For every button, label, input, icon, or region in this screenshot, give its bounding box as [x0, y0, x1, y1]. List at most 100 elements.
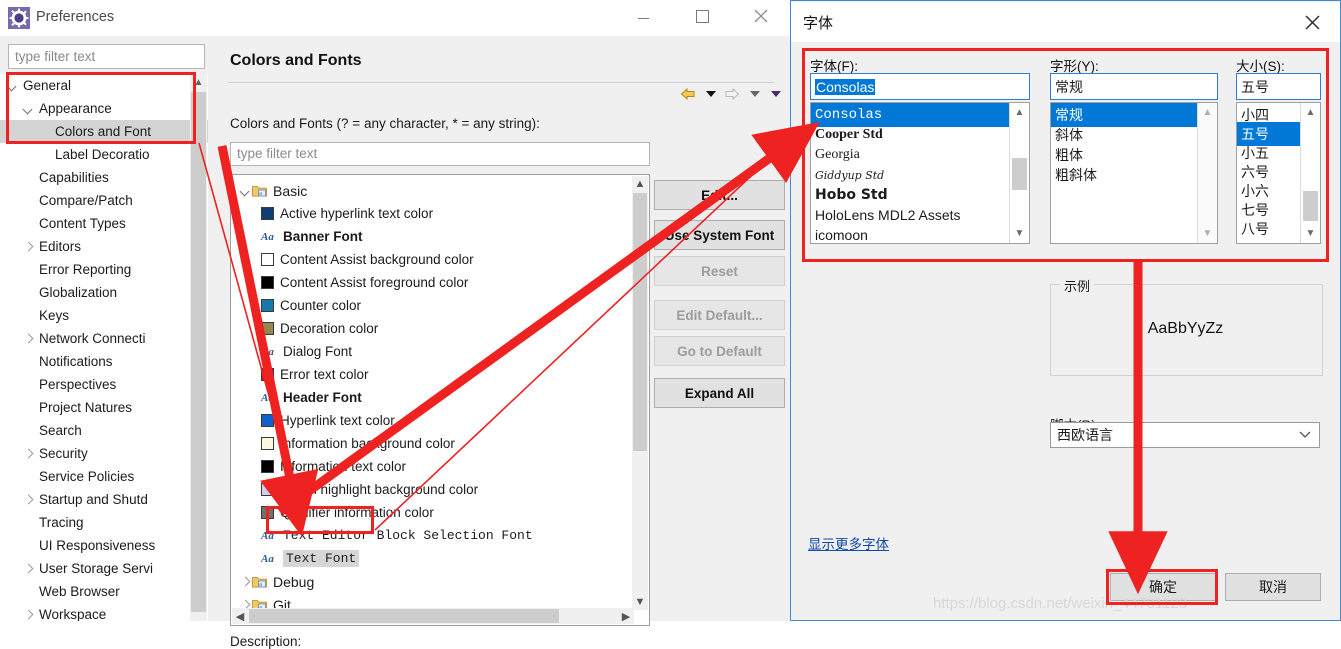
tree-item-tracing[interactable]: Tracing — [0, 511, 208, 534]
edit-button[interactable]: Edit... — [654, 180, 785, 210]
cf-row[interactable]: Content Assist foreground color — [231, 271, 635, 294]
tree-filter-input[interactable]: type filter text — [8, 44, 205, 69]
tree-item-search[interactable]: Search — [0, 419, 208, 442]
tree-item-label: Globalization — [39, 285, 118, 300]
expand-all-button[interactable]: Expand All — [654, 378, 785, 408]
close-button[interactable] — [738, 0, 784, 32]
maximize-icon — [695, 9, 709, 23]
tree-item-project-natures[interactable]: Project Natures — [0, 396, 208, 419]
chevron-right-icon[interactable] — [22, 493, 35, 506]
tree-item-error-reporting[interactable]: Error Reporting — [0, 258, 208, 281]
list-scroll-up-icon[interactable]: ▲ — [632, 176, 648, 192]
tree-item-label: Tracing — [39, 515, 84, 530]
cf-row[interactable]: Active hyperlink text color — [231, 202, 635, 225]
minimize-button[interactable] — [620, 0, 666, 32]
tree-item-keys[interactable]: Keys — [0, 304, 208, 327]
tree-item-editors[interactable]: Editors — [0, 235, 208, 258]
chevron-right-icon[interactable] — [22, 240, 35, 253]
chevron-right-icon[interactable] — [22, 562, 35, 575]
cf-row[interactable]: Aa Header Font — [231, 386, 635, 409]
tree-item-capabilities[interactable]: Capabilities — [0, 166, 208, 189]
cf-row[interactable]: Match highlight background color — [231, 478, 635, 501]
forward-history-dropdown[interactable] — [745, 84, 765, 104]
ok-button-highlight — [1106, 569, 1218, 605]
tree-item-content-types[interactable]: Content Types — [0, 212, 208, 235]
font-dialog-title: 字体 — [803, 15, 834, 32]
cf-row[interactable]: Error text color — [231, 363, 635, 386]
cf-row[interactable]: Aa Banner Font — [231, 225, 635, 248]
color-swatch — [261, 299, 274, 312]
forward-arrow-icon — [725, 87, 740, 101]
colors-and-fonts-tree[interactable]: a Basic Active hyperlink text color Aa Banne… — [230, 174, 650, 626]
cf-row-label: Text Font — [283, 550, 360, 567]
cf-row[interactable]: Aa Dialog Font — [231, 340, 635, 363]
cf-row[interactable]: Content Assist background color — [231, 248, 635, 271]
script-select[interactable]: 西欧语言 — [1050, 422, 1320, 448]
list-scroll-left-icon[interactable]: ◀ — [232, 608, 248, 624]
tree-item-label: Security — [39, 446, 88, 461]
tree-item-network-connecti[interactable]: Network Connecti — [0, 327, 208, 350]
cf-row[interactable]: a Debug — [231, 570, 635, 593]
back-history-dropdown[interactable] — [701, 84, 721, 104]
color-swatch — [261, 207, 274, 220]
tree-item-startup-and-shutd[interactable]: Startup and Shutd — [0, 488, 208, 511]
cf-row[interactable]: Counter color — [231, 294, 635, 317]
svg-text:a: a — [259, 582, 262, 588]
cf-row[interactable]: Information text color — [231, 455, 635, 478]
font-dialog-close-button[interactable] — [1290, 6, 1334, 38]
tree-item-notifications[interactable]: Notifications — [0, 350, 208, 373]
tree-scroll-thumb[interactable] — [191, 92, 206, 612]
tree-item-label: Label Decoratio — [55, 147, 150, 162]
cf-row[interactable]: Decoration color — [231, 317, 635, 340]
list-vertical-thumb[interactable] — [633, 193, 647, 451]
cf-row[interactable]: Aa Text Font — [231, 547, 635, 570]
tree-scrollbar[interactable]: ▲ — [190, 74, 207, 621]
maximize-button[interactable] — [679, 0, 725, 32]
tree-item-workspace[interactable]: Workspace — [0, 603, 208, 621]
tree-item-ui-responsiveness[interactable]: UI Responsiveness — [0, 534, 208, 557]
tree-item-label: Capabilities — [39, 170, 109, 185]
chevron-right-icon[interactable] — [22, 447, 35, 460]
tree-item-label: Workspace — [39, 607, 107, 621]
list-vertical-scrollbar[interactable]: ▲ ▼ — [632, 176, 648, 610]
show-more-fonts-link[interactable]: 显示更多字体 — [808, 533, 889, 553]
content-filter-input[interactable]: type filter text — [230, 142, 650, 166]
chevron-right-icon[interactable] — [239, 575, 252, 588]
page-menu-button[interactable] — [766, 84, 786, 104]
preferences-gear-icon — [8, 7, 30, 29]
tree-item-label: Startup and Shutd — [39, 492, 148, 507]
cf-row[interactable]: Information background color — [231, 432, 635, 455]
cf-row-label: Hyperlink text color — [280, 413, 395, 428]
tree-item-service-policies[interactable]: Service Policies — [0, 465, 208, 488]
tree-item-security[interactable]: Security — [0, 442, 208, 465]
list-scroll-down-icon[interactable]: ▼ — [632, 594, 648, 610]
tree-item-perspectives[interactable]: Perspectives — [0, 373, 208, 396]
tree-item-user-storage-servi[interactable]: User Storage Servi — [0, 557, 208, 580]
cancel-button[interactable]: 取消 — [1225, 573, 1321, 601]
back-button[interactable] — [678, 84, 698, 104]
chevron-right-icon[interactable] — [22, 332, 35, 345]
chevron-down-icon[interactable] — [239, 184, 252, 197]
tree-item-compare-patch[interactable]: Compare/Patch — [0, 189, 208, 212]
preferences-tree[interactable]: General Appearance Colors and Font Label De… — [0, 74, 208, 621]
chevron-right-icon[interactable] — [22, 608, 35, 621]
color-swatch — [261, 322, 274, 335]
content-filter-label: Colors and Fonts (? = any character, * =… — [230, 116, 540, 131]
cf-row[interactable]: a Basic — [231, 179, 635, 202]
use-system-font-button[interactable]: Use System Font — [654, 220, 785, 250]
list-scroll-right-icon[interactable]: ▶ — [618, 608, 634, 624]
cf-row[interactable]: Hyperlink text color — [231, 409, 635, 432]
tree-item-globalization[interactable]: Globalization — [0, 281, 208, 304]
tree-item-label: UI Responsiveness — [39, 538, 156, 553]
tree-item-label-decoratio[interactable]: Label Decoratio — [0, 143, 208, 166]
cf-row-label: Information text color — [280, 459, 407, 474]
forward-button[interactable] — [722, 84, 742, 104]
tree-item-web-browser[interactable]: Web Browser — [0, 580, 208, 603]
list-horizontal-scrollbar[interactable]: ◀ ▶ — [232, 608, 634, 624]
tree-selection-highlight — [6, 72, 196, 144]
cf-row-label: Basic — [273, 182, 308, 199]
tree-item-label: Network Connecti — [39, 331, 146, 346]
